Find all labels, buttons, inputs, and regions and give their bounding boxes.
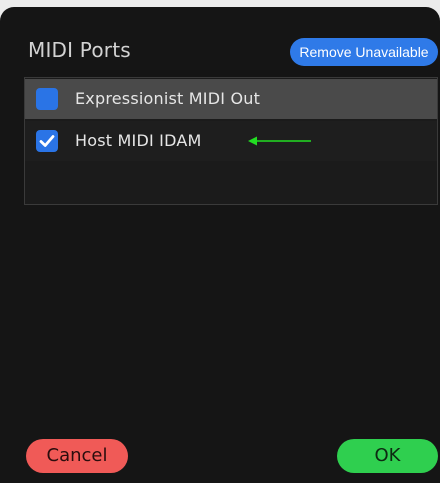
checkmark-icon — [39, 135, 55, 147]
port-row-expressionist-midi-out[interactable]: Expressionist MIDI Out — [25, 79, 437, 119]
dialog-title: MIDI Ports — [28, 38, 131, 62]
arrow-left-icon — [248, 136, 311, 146]
remove-unavailable-button[interactable]: Remove Unavailable — [290, 38, 438, 66]
port-row-host-midi-idam[interactable]: Host MIDI IDAM — [25, 121, 437, 161]
ports-list: Expressionist MIDI Out Host MIDI IDAM — [24, 77, 438, 205]
port-label: Host MIDI IDAM — [75, 131, 202, 150]
port-checkbox-unchecked[interactable] — [36, 88, 58, 110]
ok-button[interactable]: OK — [337, 439, 438, 473]
port-checkbox-checked[interactable] — [36, 130, 58, 152]
port-label: Expressionist MIDI Out — [75, 89, 261, 108]
cancel-button[interactable]: Cancel — [26, 439, 128, 473]
midi-ports-dialog: MIDI Ports Remove Unavailable Expression… — [0, 7, 440, 483]
